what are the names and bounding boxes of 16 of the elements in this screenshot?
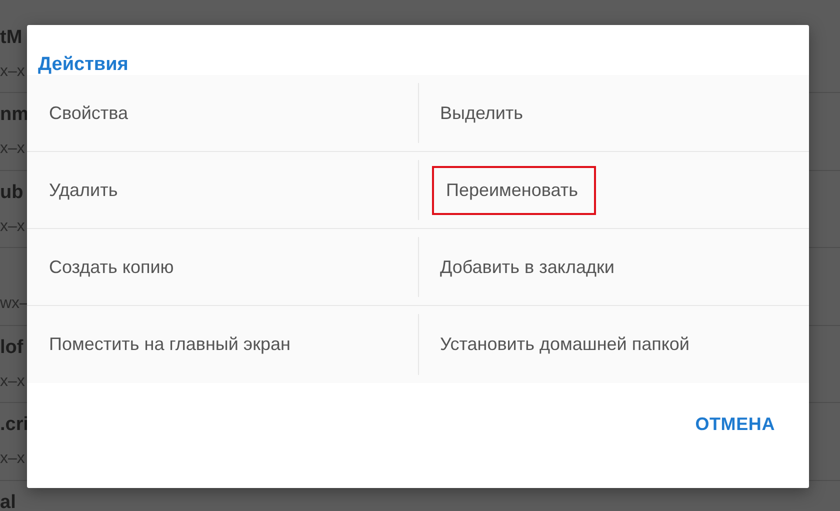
- action-item[interactable]: Переименовать: [434, 168, 594, 212]
- file-name: ub: [0, 182, 24, 204]
- action-item[interactable]: Добавить в закладки: [434, 250, 620, 284]
- action-item[interactable]: Выделить: [434, 96, 530, 130]
- file-name: tM: [0, 27, 22, 49]
- dialog-title: Действия: [37, 53, 128, 74]
- file-name: .cri: [0, 414, 29, 436]
- cancel-button[interactable]: ОТМЕНА: [689, 410, 781, 439]
- file-name: nm: [0, 104, 28, 126]
- file-name: lof: [0, 336, 24, 359]
- action-item[interactable]: Создать копию: [43, 250, 180, 284]
- action-item[interactable]: Удалить: [43, 174, 124, 206]
- action-item[interactable]: Установить домашней папкой: [434, 328, 696, 361]
- action-item[interactable]: Поместить на главный экран: [43, 328, 296, 361]
- file-name: al: [0, 492, 16, 511]
- action-item[interactable]: Свойства: [43, 96, 134, 130]
